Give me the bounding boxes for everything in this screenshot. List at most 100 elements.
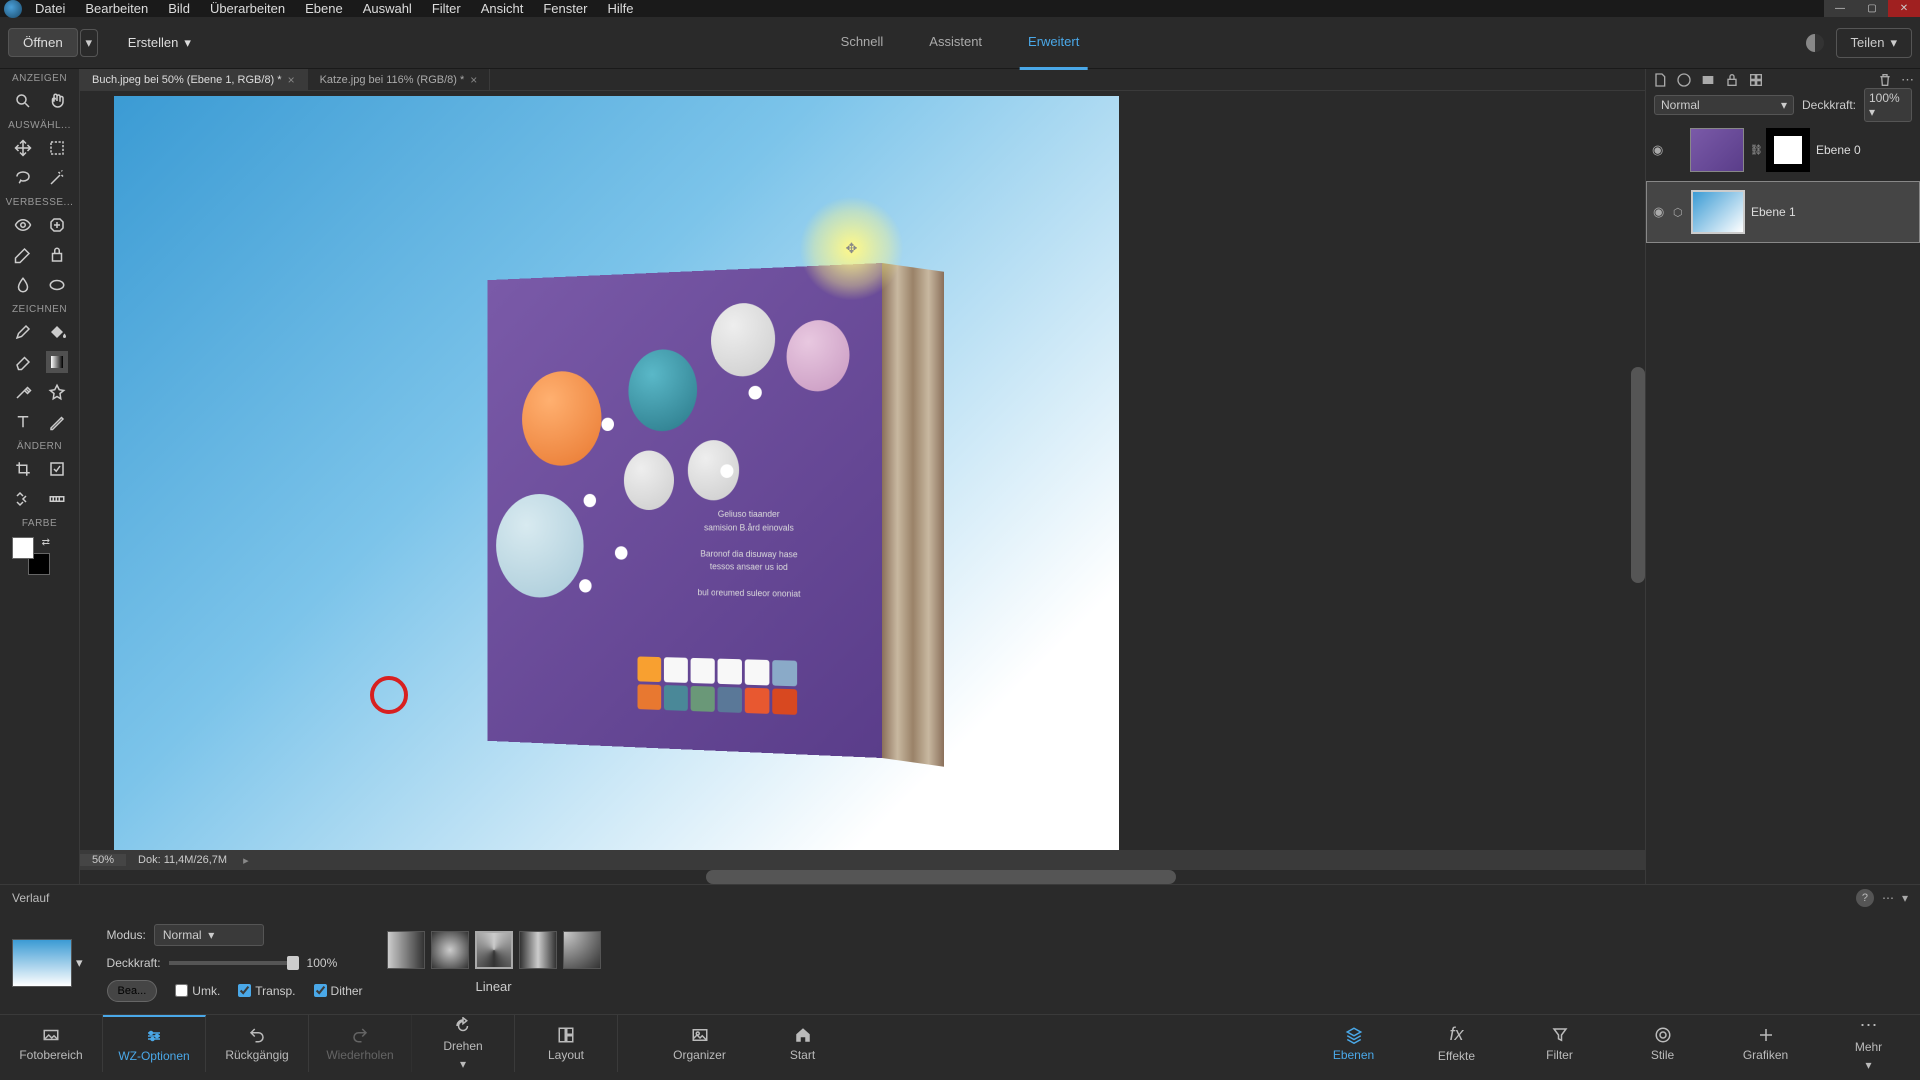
mode-select[interactable]: Normal ▾: [154, 924, 264, 946]
adjustment-icon[interactable]: [1676, 72, 1692, 88]
trash-icon[interactable]: [1877, 72, 1893, 88]
gradient-reflected[interactable]: [519, 931, 557, 969]
tb-rueckgaengig[interactable]: Rückgängig: [206, 1015, 309, 1072]
options-menu-icon[interactable]: ⋯: [1882, 891, 1894, 905]
menu-auswahl[interactable]: Auswahl: [354, 1, 421, 16]
lasso-tool[interactable]: [12, 167, 34, 189]
sponge-tool[interactable]: [46, 274, 68, 296]
eraser-tool[interactable]: [12, 351, 34, 373]
tb-effekte[interactable]: fxEffekte: [1405, 1015, 1508, 1072]
tab-schnell[interactable]: Schnell: [833, 16, 892, 70]
tb-filter[interactable]: Filter: [1508, 1015, 1611, 1072]
panel-menu-icon[interactable]: ⋯: [1901, 72, 1914, 88]
menu-ebene[interactable]: Ebene: [296, 1, 352, 16]
tb-mehr[interactable]: ⋯Mehr ▾: [1817, 1015, 1920, 1072]
layer-name[interactable]: Ebene 1: [1751, 205, 1796, 219]
gradient-preview[interactable]: [12, 939, 72, 987]
paint-bucket-tool[interactable]: [46, 321, 68, 343]
text-tool[interactable]: [12, 411, 34, 433]
opacity-input[interactable]: 100% ▾: [1864, 88, 1912, 122]
layer-thumbnail[interactable]: [1690, 128, 1744, 172]
layer-ebene-1[interactable]: ◉ ⬡ Ebene 1: [1646, 181, 1920, 243]
layer-ebene-0[interactable]: ◉ ⛓ Ebene 0: [1646, 119, 1920, 181]
zoom-value[interactable]: 50%: [80, 854, 126, 866]
open-dropdown[interactable]: ▾: [80, 29, 98, 57]
close-button[interactable]: ✕: [1888, 0, 1920, 17]
hand-tool[interactable]: [46, 90, 68, 112]
swap-colors-icon[interactable]: ⇄: [42, 537, 50, 548]
theme-toggle-icon[interactable]: [1806, 34, 1824, 52]
layer-mask-thumbnail[interactable]: [1766, 128, 1810, 172]
fx-icon[interactable]: [1748, 72, 1764, 88]
tb-grafiken[interactable]: Grafiken: [1714, 1015, 1817, 1072]
content-move-tool[interactable]: [12, 488, 34, 510]
close-tab-icon[interactable]: ×: [288, 73, 295, 87]
tb-start[interactable]: Start: [751, 1015, 854, 1072]
chain-icon[interactable]: ⛓: [1750, 145, 1760, 156]
tab-erweitert[interactable]: Erweitert: [1020, 16, 1087, 70]
close-tab-icon[interactable]: ×: [470, 73, 477, 87]
menu-bild[interactable]: Bild: [159, 1, 199, 16]
gradient-tool[interactable]: [46, 351, 68, 373]
color-swatches[interactable]: ⇄: [12, 537, 50, 575]
visibility-icon[interactable]: ◉: [1652, 142, 1666, 158]
clone-stamp-tool[interactable]: [46, 244, 68, 266]
menu-hilfe[interactable]: Hilfe: [598, 1, 642, 16]
gradient-angle[interactable]: [475, 931, 513, 969]
tb-ebenen[interactable]: Ebenen: [1302, 1015, 1405, 1072]
horizontal-scrollbar[interactable]: [80, 870, 1645, 884]
doctab-katze[interactable]: Katze.jpg bei 116% (RGB/8) *×: [308, 69, 491, 90]
tb-organizer[interactable]: Organizer: [648, 1015, 751, 1072]
crop-tool[interactable]: [12, 458, 34, 480]
menu-ansicht[interactable]: Ansicht: [472, 1, 533, 16]
recompose-tool[interactable]: [46, 458, 68, 480]
gradient-picker-dropdown[interactable]: ▾: [76, 955, 83, 971]
shape-tool[interactable]: [46, 381, 68, 403]
doctab-buch[interactable]: Buch.jpeg bei 50% (Ebene 1, RGB/8) *×: [80, 69, 308, 90]
reverse-checkbox[interactable]: Umk.: [175, 984, 220, 998]
move-tool[interactable]: [12, 137, 34, 159]
mask-icon[interactable]: [1700, 72, 1716, 88]
gradient-linear[interactable]: [387, 931, 425, 969]
marquee-tool[interactable]: [46, 137, 68, 159]
gradient-radial[interactable]: [431, 931, 469, 969]
spot-heal-tool[interactable]: [46, 214, 68, 236]
share-button[interactable]: Teilen ▾: [1836, 28, 1913, 58]
open-button[interactable]: Öffnen: [8, 28, 78, 57]
opacity-slider[interactable]: [169, 961, 299, 965]
menu-bearbeiten[interactable]: Bearbeiten: [76, 1, 157, 16]
blend-mode-select[interactable]: Normal▾: [1654, 95, 1794, 115]
tb-fotobereich[interactable]: Fotobereich: [0, 1015, 103, 1072]
tb-wiederholen[interactable]: Wiederholen: [309, 1015, 412, 1072]
tab-assistent[interactable]: Assistent: [921, 16, 990, 70]
visibility-icon[interactable]: ◉: [1653, 204, 1667, 220]
new-file-icon[interactable]: [1652, 72, 1668, 88]
menu-ueberarbeiten[interactable]: Überarbeiten: [201, 1, 294, 16]
create-button[interactable]: Erstellen ▾: [118, 29, 201, 57]
canvas[interactable]: Geliuso tiaandersamision B.ård einovalsB…: [114, 96, 1119, 850]
collapse-icon[interactable]: ▾: [1902, 891, 1908, 905]
brush-tool[interactable]: [12, 321, 34, 343]
magic-wand-tool[interactable]: [46, 167, 68, 189]
menu-fenster[interactable]: Fenster: [534, 1, 596, 16]
eyedropper-tool[interactable]: [12, 381, 34, 403]
menu-filter[interactable]: Filter: [423, 1, 470, 16]
foreground-color-swatch[interactable]: [12, 537, 34, 559]
dither-checkbox[interactable]: Dither: [314, 984, 363, 998]
layer-thumbnail[interactable]: [1691, 190, 1745, 234]
zoom-tool[interactable]: [12, 90, 34, 112]
canvas-area[interactable]: Geliuso tiaandersamision B.ård einovalsB…: [80, 91, 1645, 850]
minimize-button[interactable]: —: [1824, 0, 1856, 17]
pencil-tool[interactable]: [46, 411, 68, 433]
eye-tool[interactable]: [12, 214, 34, 236]
edit-gradient-button[interactable]: Bea...: [107, 980, 158, 1002]
tb-stile[interactable]: Stile: [1611, 1015, 1714, 1072]
smart-brush-tool[interactable]: [12, 244, 34, 266]
straighten-tool[interactable]: [46, 488, 68, 510]
menu-datei[interactable]: Datei: [26, 1, 74, 16]
vertical-scrollbar[interactable]: [1631, 115, 1645, 835]
tb-drehen[interactable]: Drehen ▾: [412, 1015, 515, 1072]
link-icon[interactable]: ⬡: [1673, 206, 1685, 219]
help-icon[interactable]: ?: [1856, 889, 1874, 907]
layer-name[interactable]: Ebene 0: [1816, 143, 1861, 157]
